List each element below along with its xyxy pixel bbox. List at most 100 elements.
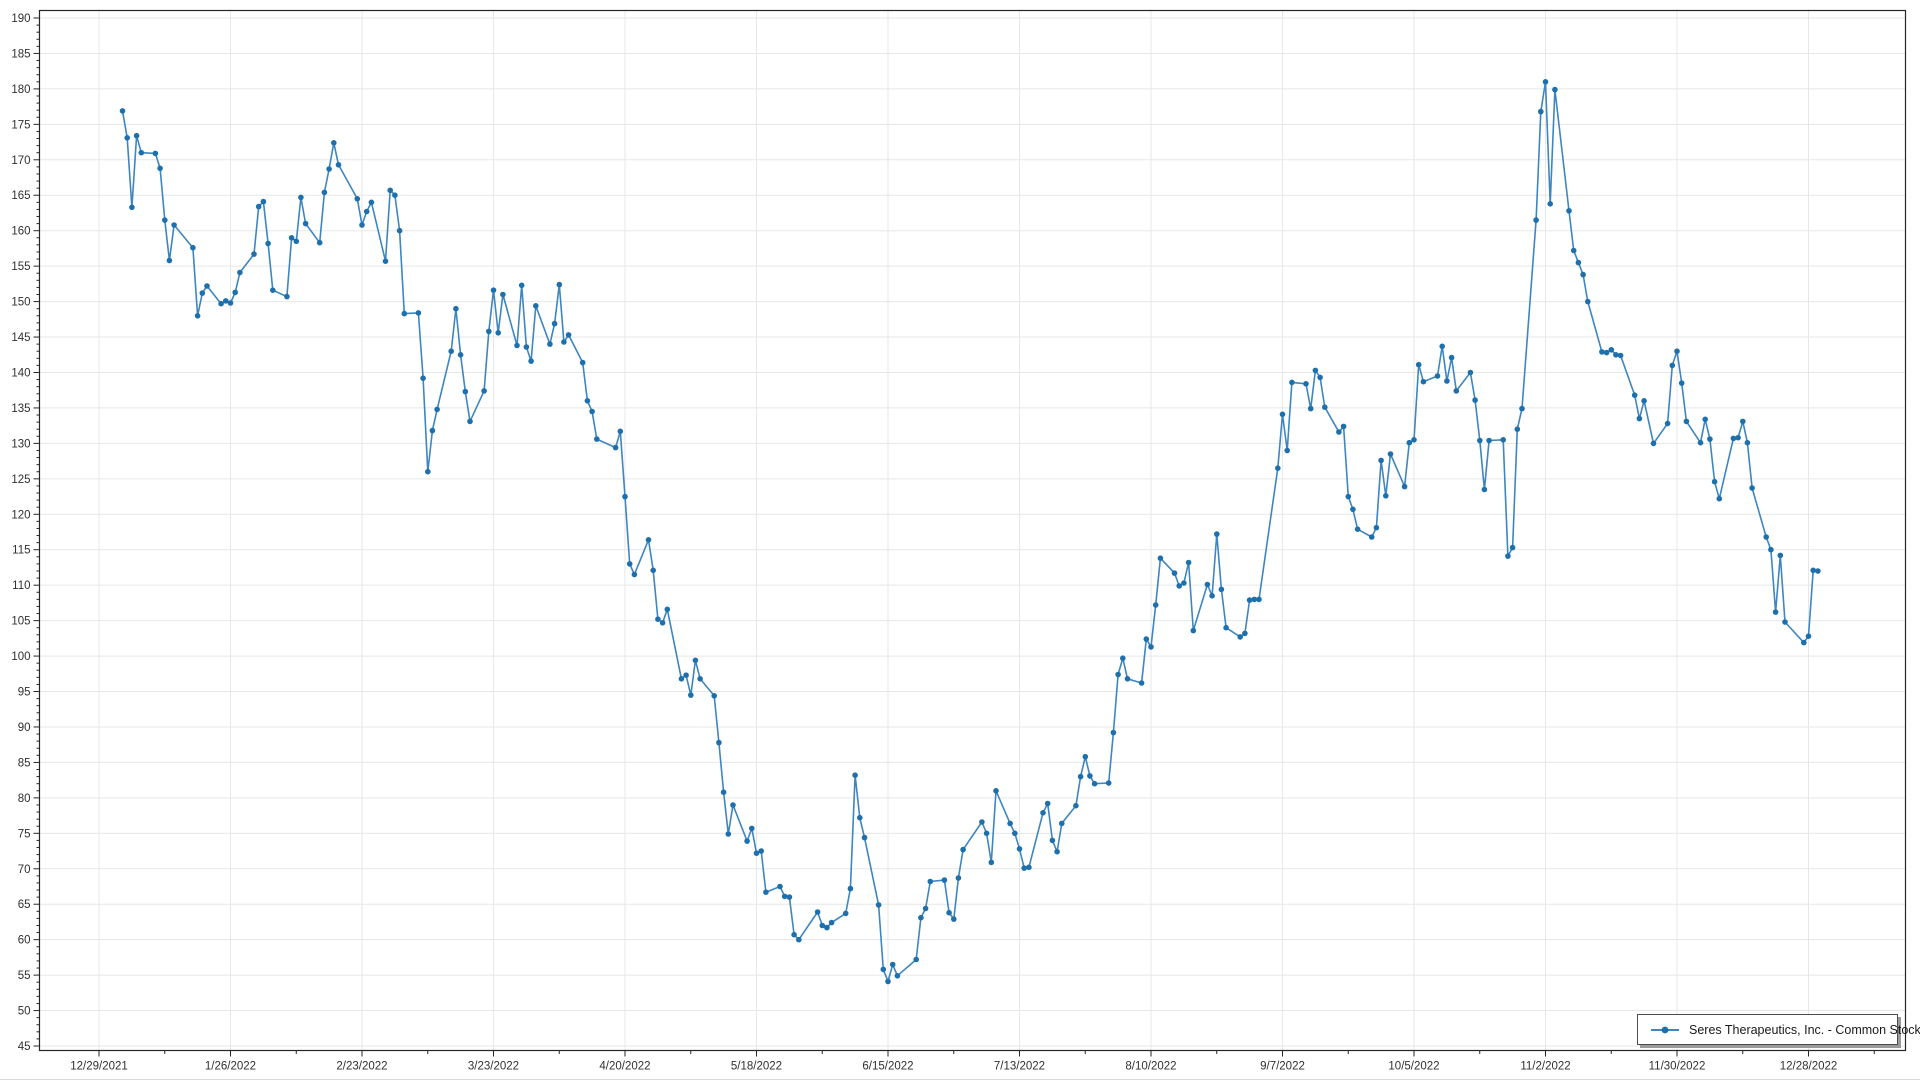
price-point-marker (763, 889, 769, 895)
price-point-marker (618, 429, 624, 435)
price-point-marker (1505, 553, 1511, 559)
y-axis-tick-label: 125 (11, 474, 30, 486)
legend-label: Seres Therapeutics, Inc. - Common Stock (1689, 1023, 1920, 1037)
price-point-marker (481, 388, 487, 394)
price-point-marker (1148, 644, 1154, 650)
price-point-marker (1778, 553, 1784, 559)
price-point-marker (1205, 582, 1211, 588)
price-point-marker (1735, 435, 1741, 441)
y-axis-tick-label: 50 (18, 1006, 31, 1018)
price-point-marker (622, 494, 628, 500)
y-axis-tick-label: 175 (11, 119, 30, 131)
price-point-marker (383, 258, 389, 264)
y-axis-tick-label: 110 (12, 580, 30, 592)
price-point-marker (777, 884, 783, 890)
price-point-marker (547, 341, 553, 347)
price-point-marker (1289, 380, 1295, 386)
y-axis-tick-label: 130 (11, 438, 30, 450)
price-point-marker (1120, 655, 1126, 661)
price-point-marker (1284, 448, 1290, 454)
price-point-marker (467, 419, 473, 425)
price-point-marker (1801, 640, 1807, 646)
price-point-marker (895, 973, 901, 979)
price-point-marker (852, 772, 858, 778)
price-point-marker (1707, 436, 1713, 442)
price-point-marker (918, 915, 924, 921)
legend-box: Seres Therapeutics, Inc. - Common Stock (1637, 1014, 1898, 1045)
price-point-marker (1651, 441, 1657, 447)
price-point-marker (665, 607, 671, 613)
price-point-marker (960, 847, 966, 853)
price-point-marker (1632, 392, 1638, 398)
price-point-marker (317, 240, 323, 246)
price-point-marker (1674, 348, 1680, 354)
price-point-marker (726, 831, 732, 837)
legend-line-marker-icon (1650, 1025, 1680, 1035)
price-point-marker (1763, 534, 1769, 540)
price-point-marker (1247, 597, 1253, 603)
price-point-marker (533, 303, 539, 309)
price-point-marker (787, 894, 793, 900)
x-axis-tick-label: 5/18/2022 (731, 1061, 782, 1073)
price-point-marker (1214, 531, 1220, 537)
price-point-marker (1092, 781, 1098, 787)
gridlines (40, 11, 1906, 1051)
price-point-marker (1383, 493, 1389, 499)
price-point-marker (1007, 821, 1013, 827)
price-point-marker (336, 162, 342, 168)
price-point-marker (1106, 780, 1112, 786)
price-point-marker (923, 906, 929, 912)
y-axis-tick-label: 65 (18, 899, 31, 911)
y-axis-tick-label: 90 (18, 722, 31, 734)
price-point-marker (815, 909, 821, 915)
x-axis-tick-label: 10/5/2022 (1388, 1061, 1439, 1073)
price-point-marker (1454, 388, 1460, 394)
price-chart-svg: 12/29/20211/26/20222/23/20223/23/20224/2… (0, 0, 1920, 1080)
price-point-marker (1026, 865, 1032, 871)
price-point-marker (585, 398, 591, 404)
axes (34, 11, 1906, 1057)
price-point-marker (580, 360, 586, 366)
price-point-marker (369, 200, 375, 206)
price-point-marker (1585, 299, 1591, 305)
price-point-marker (1223, 625, 1229, 631)
y-axis-tick-label: 145 (11, 332, 30, 344)
price-point-marker (561, 339, 567, 345)
x-axis-tick-label: 3/23/2022 (468, 1061, 519, 1073)
price-point-marker (1613, 352, 1619, 358)
price-point-marker (1745, 440, 1751, 446)
price-point-marker (1308, 406, 1314, 412)
price-point-marker (862, 835, 868, 841)
price-point-marker (1665, 421, 1671, 427)
y-axis-tick-label: 185 (11, 48, 30, 60)
price-point-marker (1538, 109, 1544, 115)
price-point-marker (660, 620, 666, 626)
price-point-marker (519, 283, 525, 289)
price-point-marker (1144, 636, 1150, 642)
price-point-marker (688, 692, 694, 698)
price-point-marker (1782, 619, 1788, 625)
price-point-marker (1731, 436, 1737, 442)
x-axis-tick-label: 4/20/2022 (599, 1061, 650, 1073)
price-point-marker (392, 192, 398, 198)
price-point-marker (1641, 398, 1647, 404)
price-point-marker (1768, 547, 1774, 553)
price-point-marker (1810, 568, 1816, 574)
price-point-marker (1209, 593, 1215, 599)
price-point-marker (458, 352, 464, 358)
price-point-marker (632, 572, 638, 578)
price-point-marker (1439, 344, 1445, 350)
price-point-marker (425, 469, 431, 475)
price-point-marker (984, 831, 990, 837)
price-point-marker (322, 190, 328, 196)
price-point-marker (1486, 438, 1492, 444)
price-point-marker (1670, 363, 1676, 369)
price-point-marker (232, 290, 238, 296)
price-point-marker (270, 287, 276, 293)
price-point-marker (237, 270, 243, 276)
price-point-marker (195, 313, 201, 319)
price-point-marker (1416, 362, 1422, 368)
price-point-marker (744, 838, 750, 844)
price-point-marker (1139, 680, 1145, 686)
price-point-marker (1421, 379, 1427, 385)
